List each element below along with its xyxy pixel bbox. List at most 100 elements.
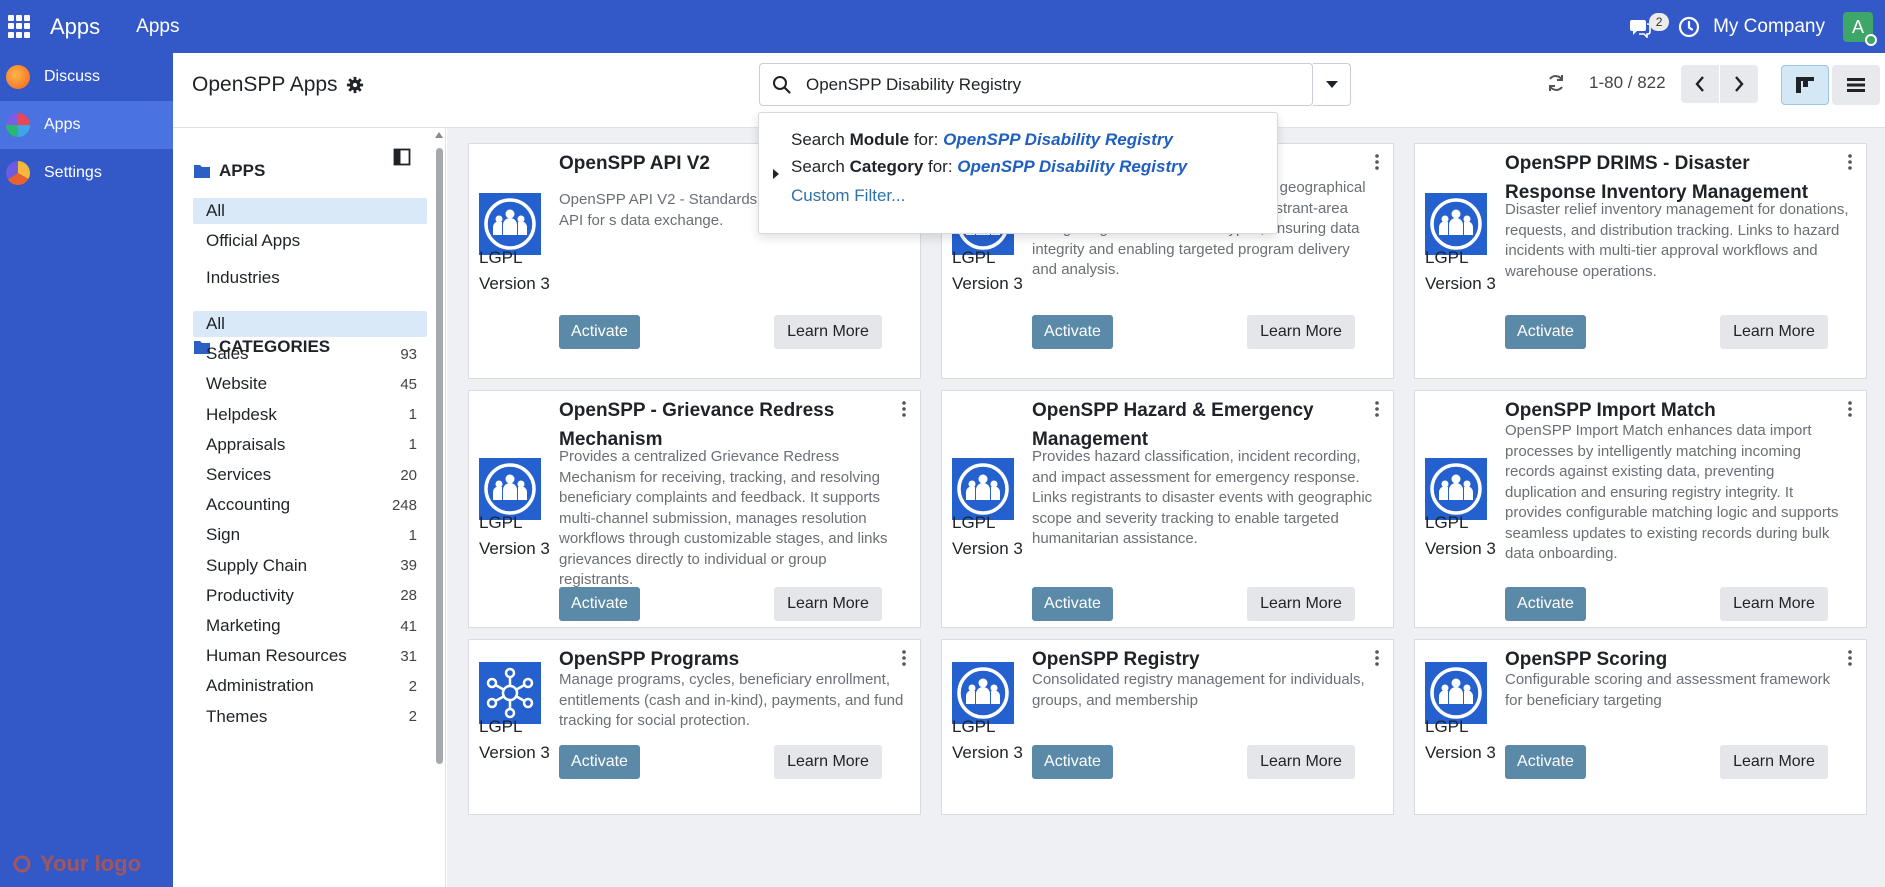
learn-more-button[interactable]: Learn More <box>774 587 882 621</box>
card-menu-icon[interactable] <box>1375 650 1379 666</box>
rail-item-settings[interactable]: Settings <box>0 149 173 197</box>
category-filter-item[interactable]: All <box>193 311 427 337</box>
gear-icon[interactable] <box>346 76 364 94</box>
learn-more-button[interactable]: Learn More <box>1247 315 1355 349</box>
category-filter-item[interactable]: Themes 2 <box>193 704 427 730</box>
app-card[interactable]: LGPL Version 3 OpenSPP Import Match OpenSPP… <box>1414 390 1867 628</box>
rail-item-discuss[interactable]: Discuss <box>0 53 173 101</box>
activate-button[interactable]: Activate <box>559 587 640 621</box>
category-filter-item[interactable]: Appraisals 1 <box>193 432 427 458</box>
license-info: LGPL Version 3 <box>1425 510 1496 562</box>
list-view-button[interactable] <box>1832 65 1880 105</box>
filter-label: Official Apps <box>206 231 301 250</box>
kanban-view-button[interactable] <box>1781 65 1829 105</box>
learn-more-button[interactable]: Learn More <box>774 745 882 779</box>
category-filter-item[interactable]: Website 45 <box>193 371 427 397</box>
company-switcher[interactable]: My Company <box>1713 16 1825 38</box>
pager-value[interactable]: 1-80 / 822 <box>1589 73 1666 93</box>
activate-button[interactable]: Activate <box>1032 745 1113 779</box>
card-menu-icon[interactable] <box>1375 401 1379 417</box>
search-module-option[interactable]: Search Module for: OpenSPP Disability Re… <box>791 130 1173 150</box>
search-input[interactable] <box>806 74 1276 95</box>
chevron-left-icon <box>1695 76 1704 92</box>
learn-more-button[interactable]: Learn More <box>1247 587 1355 621</box>
category-filter-item[interactable]: Sign 1 <box>193 522 427 548</box>
filter-label: Industries <box>206 268 280 287</box>
category-filter-item[interactable]: Sales 93 <box>193 341 427 367</box>
rail-item-apps[interactable]: Apps <box>0 101 173 149</box>
apps-kanban: LGPL Version 3 OpenSPP API V2 OpenSPP API V… <box>447 128 1885 887</box>
learn-more-button[interactable]: Learn More <box>1720 745 1828 779</box>
apps-icon <box>6 113 30 137</box>
app-card[interactable]: LGPL Version 3 OpenSPP Scoring Configurable… <box>1414 639 1867 815</box>
search-icon <box>773 75 791 94</box>
category-filter-item[interactable]: Human Resources 31 <box>193 643 427 669</box>
card-menu-icon[interactable] <box>1848 650 1852 666</box>
learn-more-button[interactable]: Learn More <box>1247 745 1355 779</box>
card-menu-icon[interactable] <box>902 401 906 417</box>
activate-button[interactable]: Activate <box>559 745 640 779</box>
messages-button[interactable]: 2 <box>1629 12 1670 41</box>
option-suffix: for: <box>923 157 958 176</box>
apps-filter-all[interactable]: All <box>193 198 427 224</box>
category-count: 41 <box>400 617 417 635</box>
learn-more-button[interactable]: Learn More <box>774 315 882 349</box>
license-info: LGPL Version 3 <box>479 510 550 562</box>
rail-item-label: Discuss <box>44 68 101 85</box>
app-card[interactable]: LGPL Version 3 OpenSPP - Grievance Redress… <box>468 390 921 628</box>
apps-filter-industries[interactable]: Industries <box>193 265 427 291</box>
card-menu-icon[interactable] <box>1848 154 1852 170</box>
activate-button[interactable]: Activate <box>559 315 640 349</box>
activate-button[interactable]: Activate <box>1505 587 1586 621</box>
apps-menu[interactable]: Apps <box>136 16 179 38</box>
category-filter-item[interactable]: Helpdesk 1 <box>193 402 427 428</box>
user-avatar[interactable]: A <box>1843 11 1877 46</box>
app-card[interactable]: LGPL Version 3 OpenSPP DRIMS - Disaster Re… <box>1414 143 1867 379</box>
app-card[interactable]: LGPL Version 3 OpenSPP Registry Consolidate… <box>941 639 1394 815</box>
card-menu-icon[interactable] <box>1848 401 1852 417</box>
category-label: Services <box>206 465 272 484</box>
app-card[interactable]: LGPL Version 3 OpenSPP Programs Manage prog… <box>468 639 921 815</box>
sidebar-toggle-icon[interactable] <box>393 148 411 166</box>
activate-button[interactable]: Activate <box>1505 315 1586 349</box>
top-navbar: Apps Apps 2 My Company A <box>0 0 1885 53</box>
option-suffix: for: <box>909 130 944 149</box>
apps-filter-official[interactable]: Official Apps <box>193 228 427 254</box>
current-app-name[interactable]: Apps <box>50 14 100 40</box>
search-category-option[interactable]: Search Category for: OpenSPP Disability … <box>791 157 1187 177</box>
search-options-toggle[interactable] <box>1313 63 1351 106</box>
category-filter-item[interactable]: Productivity 28 <box>193 583 427 609</box>
category-filter-item[interactable]: Administration 2 <box>193 673 427 699</box>
scrollbar-thumb[interactable] <box>436 148 443 764</box>
learn-more-button[interactable]: Learn More <box>1720 587 1828 621</box>
license-info: LGPL Version 3 <box>952 245 1023 297</box>
category-label: All <box>206 314 225 333</box>
refresh-icon[interactable] <box>1546 73 1566 93</box>
app-grid-icon[interactable] <box>8 14 32 39</box>
category-label: Human Resources <box>206 646 347 666</box>
search-panel-scrollbar[interactable] <box>435 132 444 887</box>
category-label: Productivity <box>206 585 294 605</box>
expand-caret-icon[interactable] <box>773 169 779 179</box>
activate-button[interactable]: Activate <box>1032 587 1113 621</box>
card-menu-icon[interactable] <box>902 650 906 666</box>
activity-clock-icon[interactable] <box>1677 15 1701 39</box>
learn-more-button[interactable]: Learn More <box>1720 315 1828 349</box>
chat-icon <box>1630 19 1651 38</box>
card-menu-icon[interactable] <box>1375 154 1379 170</box>
category-filter-item[interactable]: Accounting 248 <box>193 492 427 518</box>
category-filter-item[interactable]: Marketing 41 <box>193 613 427 639</box>
activate-button[interactable]: Activate <box>1505 745 1586 779</box>
custom-filter-option[interactable]: Custom Filter... <box>791 186 905 206</box>
app-card[interactable]: LGPL Version 3 OpenSPP Hazard & Emergency … <box>941 390 1394 628</box>
category-filter-item[interactable]: Services 20 <box>193 462 427 488</box>
category-filter-item[interactable]: Supply Chain 39 <box>193 553 427 579</box>
option-query: OpenSPP Disability Registry <box>943 130 1173 149</box>
pager-previous-button[interactable] <box>1681 65 1719 103</box>
app-description: Configurable scoring and assessment fram… <box>1505 671 1831 709</box>
app-description: OpenSPP Import Match enhances data impor… <box>1505 422 1839 562</box>
pager-next-button[interactable] <box>1720 65 1758 103</box>
company-logo: Your logo <box>12 851 141 877</box>
license-info: LGPL Version 3 <box>952 510 1023 562</box>
activate-button[interactable]: Activate <box>1032 315 1113 349</box>
